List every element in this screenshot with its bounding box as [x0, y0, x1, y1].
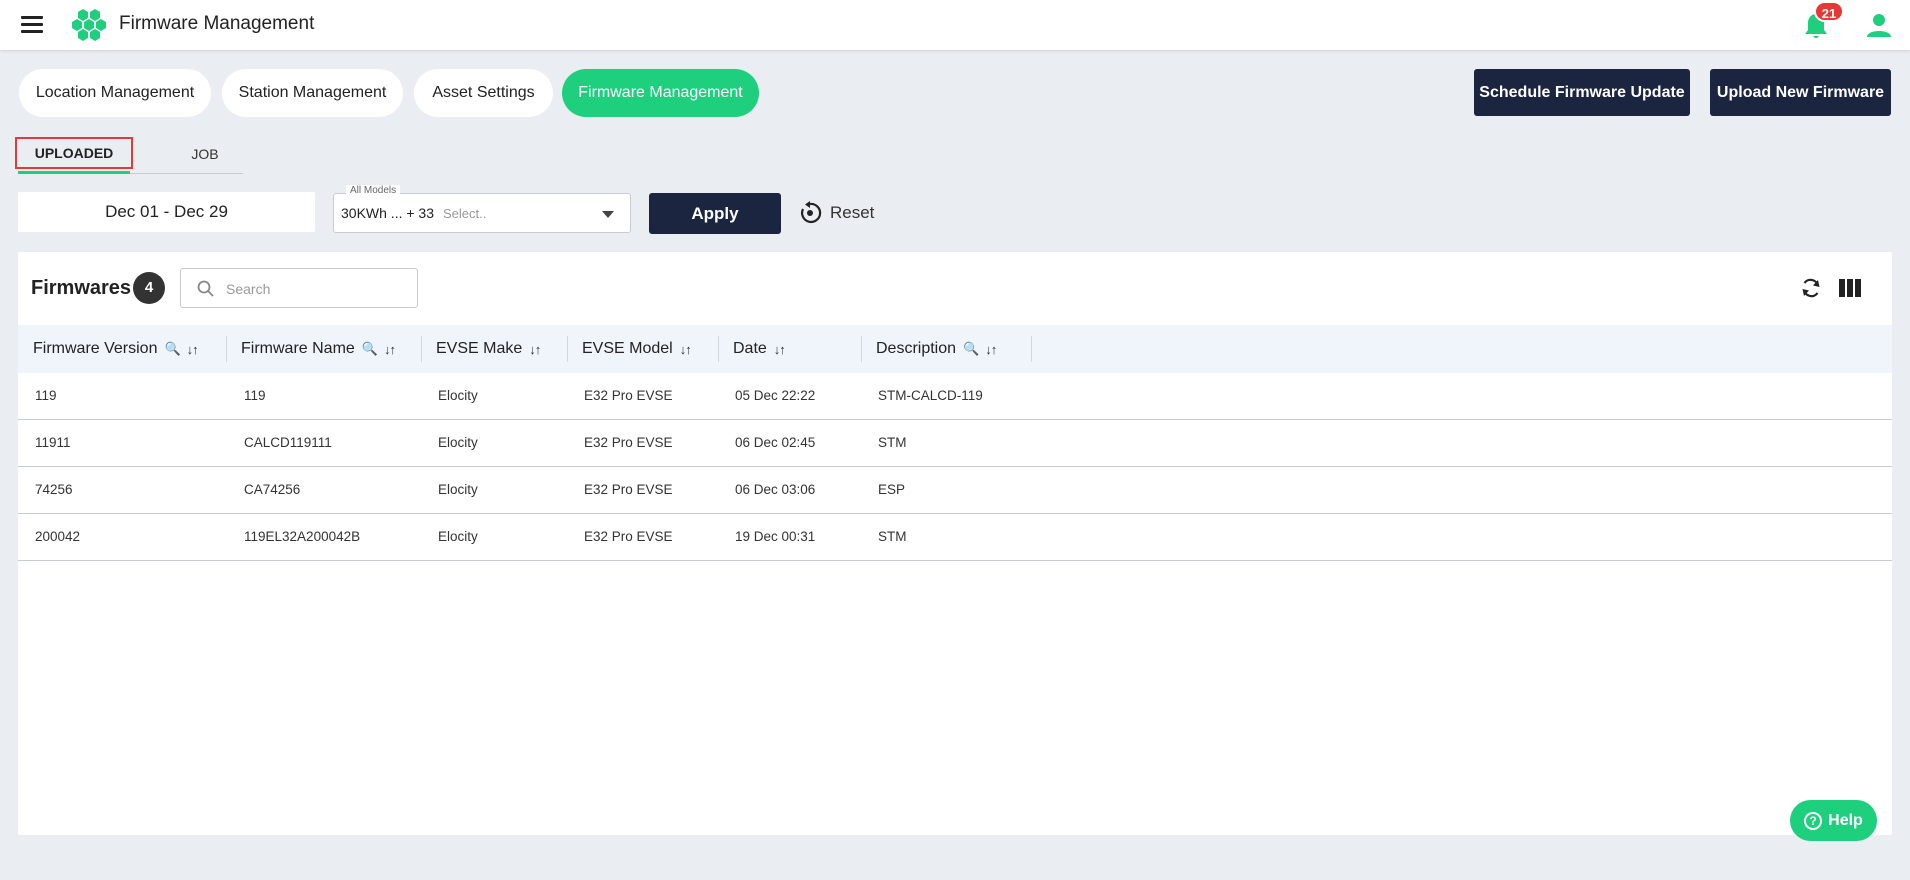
reset-button[interactable]: Reset — [798, 200, 874, 226]
tab-firmware-management[interactable]: Firmware Management — [562, 69, 759, 117]
cell-evse-model: E32 Pro EVSE — [584, 388, 673, 403]
models-legend: All Models — [346, 185, 401, 196]
help-button[interactable]: ? Help — [1790, 800, 1877, 841]
cell-firmware-version: 74256 — [35, 482, 73, 497]
cell-evse-make: Elocity — [438, 388, 478, 403]
apply-button[interactable]: Apply — [649, 193, 781, 234]
cell-date: 06 Dec 03:06 — [735, 482, 816, 497]
search-icon[interactable]: 🔍 — [164, 341, 180, 357]
notification-badge[interactable]: 21 — [1814, 1, 1844, 22]
table-row[interactable]: 74256 CA74256 Elocity E32 Pro EVSE 06 De… — [18, 467, 1892, 514]
column-divider — [567, 336, 568, 362]
upload-new-firmware-button[interactable]: Upload New Firmware — [1710, 69, 1891, 116]
table-row[interactable]: 11911 CALCD119111 Elocity E32 Pro EVSE 0… — [18, 420, 1892, 467]
firmwares-title: Firmwares — [31, 277, 132, 299]
cell-date: 06 Dec 02:45 — [735, 435, 816, 450]
tab-job[interactable]: JOB — [148, 134, 262, 174]
cell-firmware-name: 119EL32A200042B — [244, 529, 361, 544]
chevron-down-icon — [602, 211, 614, 218]
column-divider — [1031, 336, 1032, 362]
column-date[interactable]: Date ↓↑ — [733, 325, 786, 373]
search-icon[interactable]: 🔍 — [963, 341, 979, 357]
tab-location-management[interactable]: Location Management — [19, 69, 211, 117]
column-divider — [421, 336, 422, 362]
columns-icon[interactable] — [1839, 279, 1861, 297]
models-placeholder: Select.. — [443, 206, 487, 221]
cell-date: 19 Dec 00:31 — [735, 529, 816, 544]
sub-tabs: UPLOADED JOB — [14, 134, 243, 174]
firmwares-card: Firmwares 4 Firmware Version 🔍 ↓↑ Firmwa… — [18, 252, 1892, 835]
cell-evse-model: E32 Pro EVSE — [584, 435, 673, 450]
schedule-firmware-update-button[interactable]: Schedule Firmware Update — [1474, 69, 1690, 116]
tab-uploaded[interactable]: UPLOADED — [14, 134, 134, 174]
column-divider — [861, 336, 862, 362]
user-icon[interactable] — [1866, 12, 1892, 38]
cell-firmware-version: 119 — [35, 388, 57, 403]
table-row[interactable]: 119 119 Elocity E32 Pro EVSE 05 Dec 22:2… — [18, 373, 1892, 420]
sort-icon[interactable]: ↓↑ — [774, 342, 786, 357]
cell-description: STM — [878, 435, 907, 450]
cell-firmware-name: 119 — [244, 388, 266, 403]
menu-icon[interactable] — [21, 16, 43, 34]
column-description[interactable]: Description 🔍 ↓↑ — [876, 325, 997, 373]
reset-icon — [801, 201, 822, 223]
column-divider — [226, 336, 227, 362]
column-evse-make[interactable]: EVSE Make ↓↑ — [436, 325, 541, 373]
models-value: 30KWh ... + 33 — [341, 205, 434, 221]
cell-evse-make: Elocity — [438, 435, 478, 450]
cell-evse-model: E32 Pro EVSE — [584, 529, 673, 544]
cell-firmware-name: CA74256 — [244, 482, 301, 497]
top-bar: Firmware Management 21 — [0, 0, 1910, 50]
help-label: Help — [1828, 811, 1863, 829]
cell-description: STM — [878, 529, 907, 544]
reset-label: Reset — [830, 203, 875, 222]
help-icon: ? — [1804, 811, 1823, 830]
search-icon — [197, 280, 214, 297]
table-row[interactable]: 200042 119EL32A200042B Elocity E32 Pro E… — [18, 514, 1892, 561]
cell-description: ESP — [878, 482, 906, 497]
tab-asset-settings[interactable]: Asset Settings — [414, 69, 553, 117]
cell-firmware-version: 11911 — [35, 435, 71, 450]
date-range-picker[interactable]: Dec 01 - Dec 29 — [18, 192, 315, 232]
sort-icon[interactable]: ↓↑ — [529, 342, 541, 357]
search-box[interactable] — [180, 268, 418, 308]
firmwares-count-badge: 4 — [133, 272, 165, 304]
tab-station-management[interactable]: Station Management — [222, 69, 403, 117]
column-evse-model[interactable]: EVSE Model ↓↑ — [582, 325, 692, 373]
cell-evse-make: Elocity — [438, 482, 478, 497]
hexagon-logo-icon — [72, 9, 106, 41]
search-icon[interactable]: 🔍 — [362, 341, 378, 357]
cell-evse-make: Elocity — [438, 529, 478, 544]
app-title: Firmware Management — [119, 13, 315, 34]
search-input[interactable] — [226, 278, 406, 300]
cell-evse-model: E32 Pro EVSE — [584, 482, 673, 497]
column-divider — [718, 336, 719, 362]
column-firmware-version[interactable]: Firmware Version 🔍 ↓↑ — [33, 325, 199, 373]
sort-icon[interactable]: ↓↑ — [384, 342, 396, 357]
column-firmware-name[interactable]: Firmware Name 🔍 ↓↑ — [241, 325, 396, 373]
cell-description: STM-CALCD-119 — [878, 388, 983, 403]
sort-icon[interactable]: ↓↑ — [187, 342, 199, 357]
models-select[interactable]: All Models 30KWh ... + 33 Select.. — [333, 185, 631, 233]
cell-firmware-name: CALCD119111 — [244, 435, 332, 450]
cell-firmware-version: 200042 — [35, 529, 81, 544]
refresh-icon[interactable] — [1799, 276, 1823, 300]
sort-icon[interactable]: ↓↑ — [985, 342, 997, 357]
sort-icon[interactable]: ↓↑ — [680, 342, 692, 357]
cell-date: 05 Dec 22:22 — [735, 388, 816, 403]
table-header: Firmware Version 🔍 ↓↑ Firmware Name 🔍 ↓↑… — [18, 325, 1892, 373]
